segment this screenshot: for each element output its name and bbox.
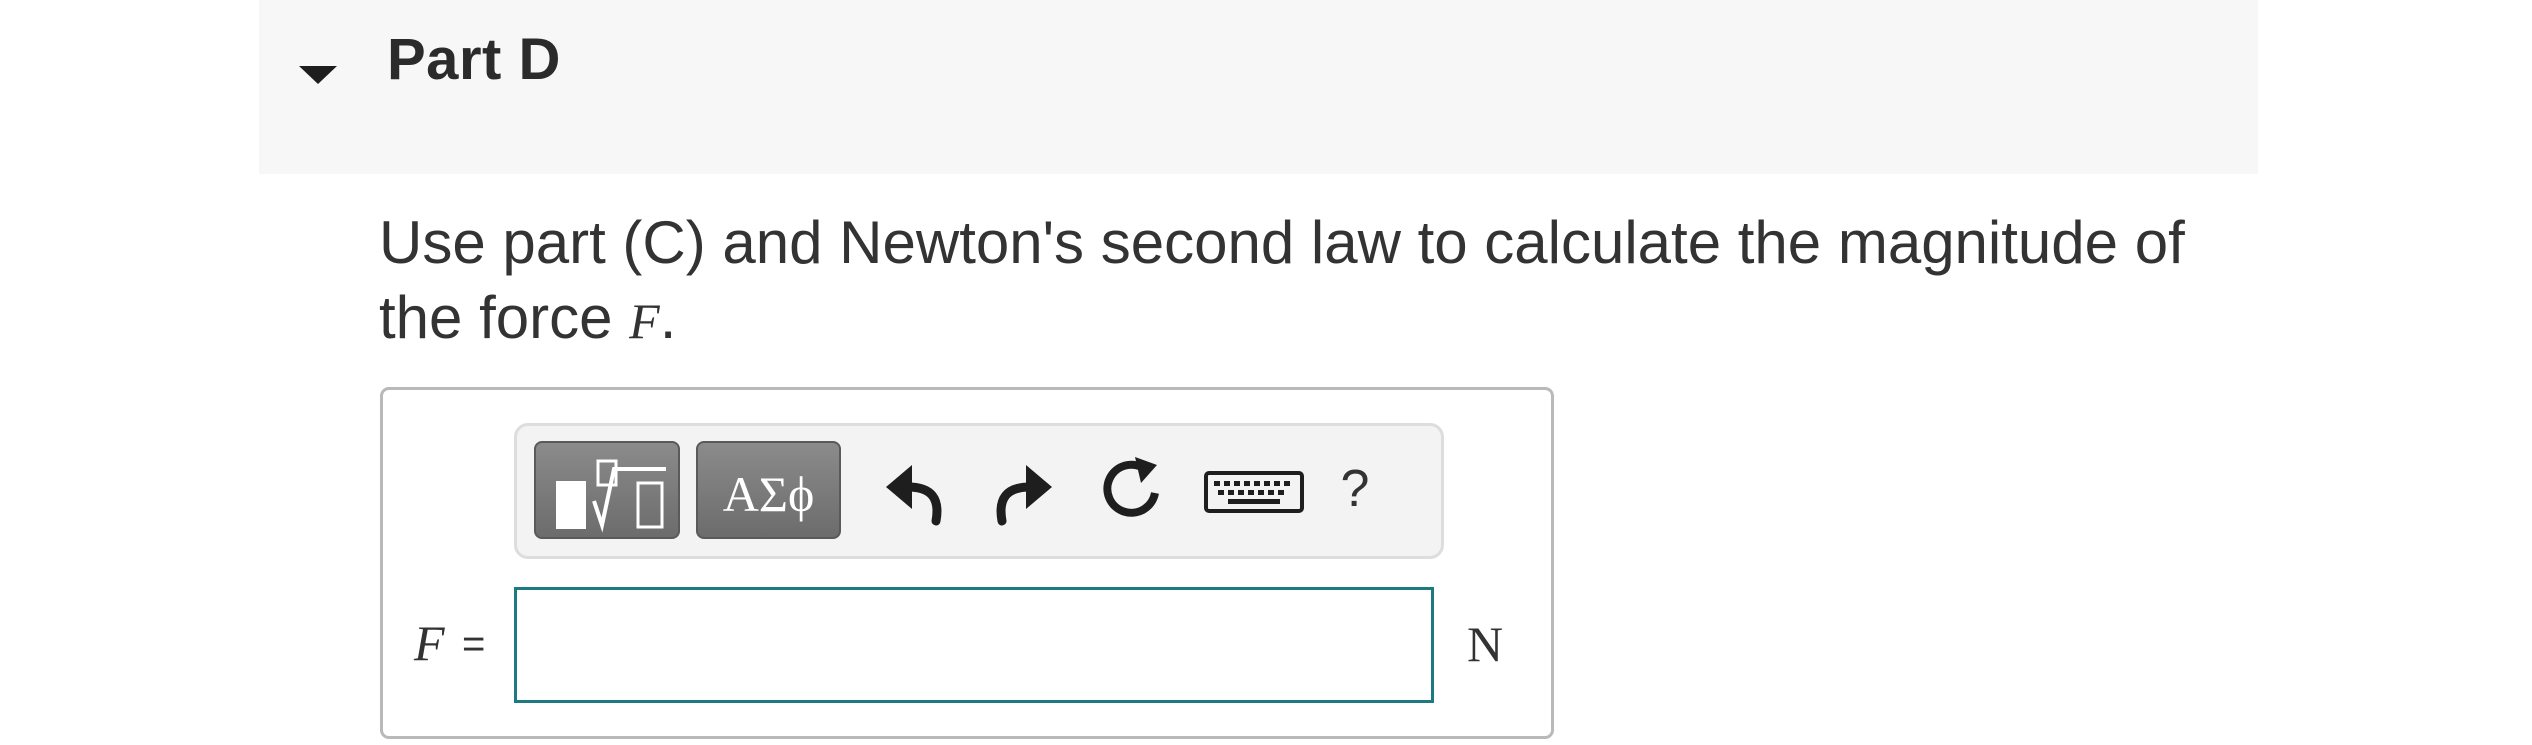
reset-button[interactable] — [1087, 441, 1177, 539]
answer-input[interactable] — [514, 587, 1434, 703]
part-title: Part D — [387, 27, 561, 92]
redo-icon — [996, 465, 1052, 526]
help-button[interactable]: ? — [1310, 441, 1400, 539]
answer-variable-label: F — [414, 615, 445, 671]
help-label: ? — [1340, 460, 1370, 518]
caret-down-icon — [299, 66, 337, 84]
greek-symbols-button[interactable]: ΑΣϕ — [696, 441, 841, 539]
collapse-toggle[interactable] — [299, 64, 337, 84]
reset-icon — [1103, 457, 1159, 517]
keyboard-button[interactable] — [1200, 441, 1304, 539]
redo-button[interactable] — [980, 441, 1070, 539]
templates-button[interactable] — [534, 441, 680, 539]
undo-icon — [886, 465, 942, 526]
greek-symbols-label: ΑΣϕ — [722, 466, 815, 522]
templates-icon — [556, 459, 666, 533]
equals-sign: = — [462, 622, 486, 666]
page: Part D Use part (C) and Newton's second … — [0, 0, 2532, 745]
question-period: . — [659, 284, 677, 351]
undo-button[interactable] — [868, 441, 958, 539]
keyboard-icon — [1204, 471, 1304, 513]
question-variable: F — [629, 293, 660, 349]
unit-label: N — [1467, 616, 1504, 672]
question-prompt: Use part (C) and Newton's second law to … — [379, 205, 2259, 359]
